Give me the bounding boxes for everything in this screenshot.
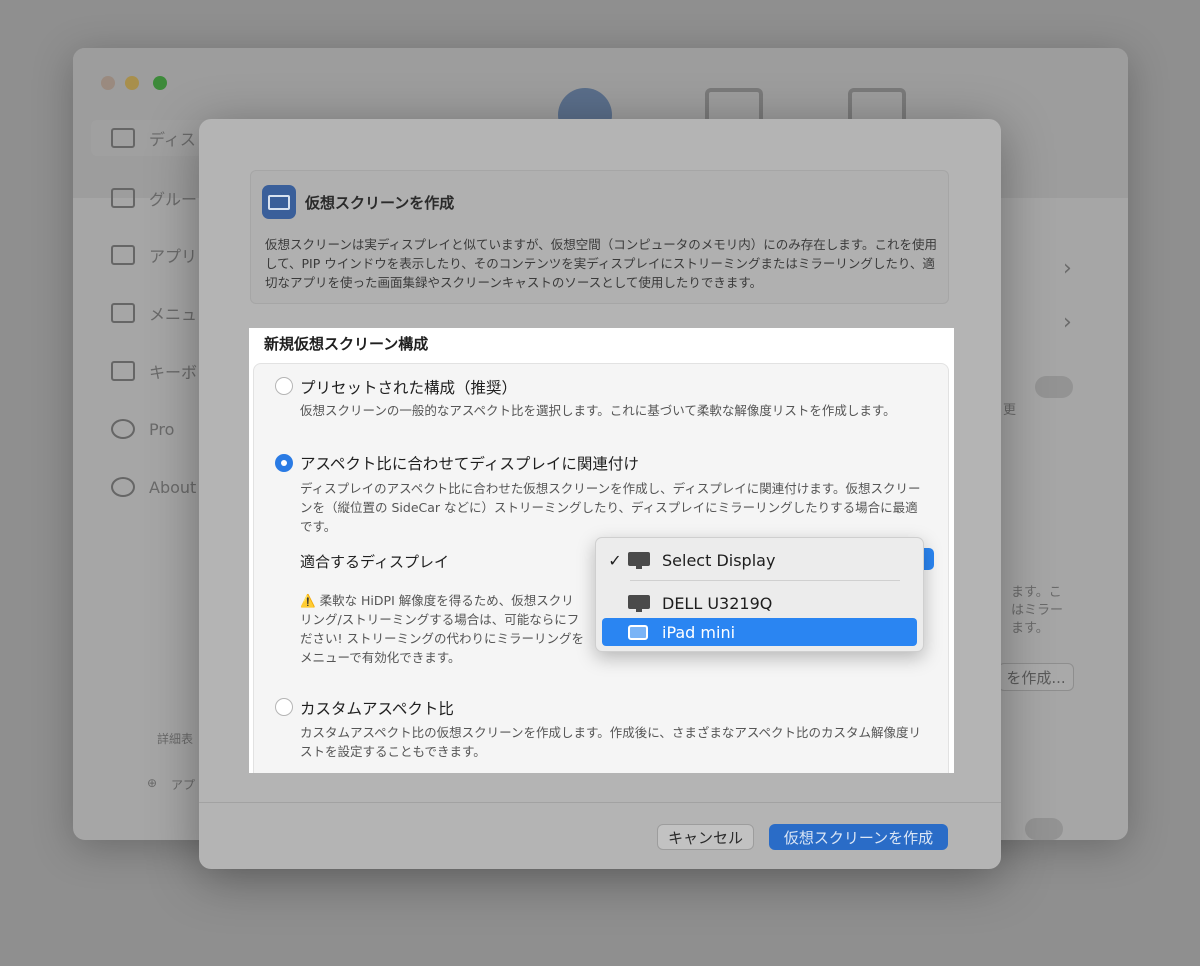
background-create-button[interactable]: を作成... [998,663,1074,691]
option-title-custom-aspect: カスタムアスペクト比 [300,700,454,718]
menu-item-label: iPad mini [662,622,736,642]
warning-line: 柔軟な HiDPI 解像度を得るため、仮想スクリ [319,593,574,608]
hidpi-warning: ⚠️ 柔軟な HiDPI 解像度を得るため、仮想スクリ リング/ストリーミングす… [300,591,600,667]
monitor-icon [628,594,650,612]
right-text-fragment: ます。 [1011,621,1049,636]
option-title-match-display: アスペクト比に合わせてディスプレイに関連付け [300,455,639,473]
sidebar-item-label: アプリ [149,247,198,266]
warning-line: ださい! ストリーミングの代わりにミラーリングを [300,631,584,646]
ipad-icon [628,624,648,640]
option-title-preset: プリセットされた構成（推奨） [300,379,518,397]
sidebar-item-menu[interactable]: メニュ [111,300,197,326]
radio-preset[interactable] [275,377,293,395]
right-text-fragment: 更 [1003,403,1017,418]
section-heading: 新規仮想スクリーン構成 [264,335,429,353]
sidebar-item-display[interactable]: ディス [91,120,211,156]
virtual-screen-icon [262,185,296,219]
sidebar-item-group[interactable]: グルー [111,185,197,211]
warning-line: メニューで有効化できます。 [300,650,461,665]
sidebar-item-label: ディス [149,130,196,149]
menu-item-select-display[interactable]: ✓ Select Display [602,546,917,574]
sidebar-item-pro[interactable]: Pro [111,416,174,442]
chevron-right-icon[interactable]: › [1063,310,1072,335]
add-icon[interactable]: ⊕ [147,776,157,790]
menu-item-label: Select Display [662,550,776,570]
sidebar-item-label: Pro [149,419,175,439]
toggle-switch[interactable] [1025,818,1063,840]
create-virtual-screen-button[interactable]: 仮想スクリーンを作成 [769,824,948,850]
display-dropdown-menu[interactable]: ✓ Select Display DELL U3219Q iPad mini [595,537,924,652]
sidebar-item-label: グルー [149,190,198,209]
option-desc-custom-aspect: カスタムアスペクト比の仮想スクリーンを作成します。作成後に、さまざまなアスペクト… [300,725,922,759]
about-icon [111,477,135,497]
display-icon [111,128,135,148]
menu-icon [111,303,135,323]
sidebar-item-about[interactable]: About [111,474,196,500]
checkmark-icon: ✓ [608,550,622,570]
option-desc-preset: 仮想スクリーンの一般的なアスペクト比を選択します。これに基づいて柔軟な解像度リス… [300,403,896,418]
sidebar-item-label: キーボ [149,363,198,382]
toggle-switch[interactable] [1035,376,1073,398]
sidebar-item-app[interactable]: アプリ [111,242,197,268]
group-icon [111,188,135,208]
right-text-fragment: はミラー [1011,603,1064,618]
cancel-button[interactable]: キャンセル [657,824,754,850]
menu-item-label: DELL U3219Q [662,593,773,613]
chevron-right-icon[interactable]: › [1063,256,1072,281]
detail-label: 詳細表 [157,732,194,746]
app-icon [111,245,135,265]
sidebar-item-label: メニュ [149,305,198,324]
menu-item-ipad-mini[interactable]: iPad mini [602,618,917,646]
pro-icon [111,419,135,439]
option-desc-match-display: ディスプレイのアスペクト比に合わせた仮想スクリーンを作成し、ディスプレイに関連付… [300,481,921,534]
intro-box: 仮想スクリーンを作成 仮想スクリーンは実ディスプレイと似ていますが、仮想空間（コ… [250,170,949,304]
keyboard-icon [111,361,135,381]
minimize-window-button[interactable] [125,76,139,90]
menu-item-dell[interactable]: DELL U3219Q [602,589,917,617]
menu-separator [630,580,900,581]
warning-icon: ⚠️ [300,593,316,608]
footer-divider [199,802,1001,803]
sidebar-item-label: About [149,477,197,497]
radio-match-display[interactable] [275,454,293,472]
close-window-button[interactable] [101,76,115,90]
add-label: アプ [171,778,196,792]
right-text-fragment: ます。こ [1011,585,1062,600]
warning-line: リング/ストリーミングする場合は、可能ならにフ [300,612,580,627]
radio-custom-aspect[interactable] [275,698,293,716]
matching-display-label: 適合するディスプレイ [300,553,449,571]
display-warning-icon [628,551,650,569]
zoom-window-button[interactable] [153,76,167,90]
sidebar-item-keyboard[interactable]: キーボ [111,358,197,384]
dialog-description: 仮想スクリーンは実ディスプレイと似ていますが、仮想空間（コンピュータのメモリ内）… [265,237,938,290]
dialog-title: 仮想スクリーンを作成 [305,194,455,212]
